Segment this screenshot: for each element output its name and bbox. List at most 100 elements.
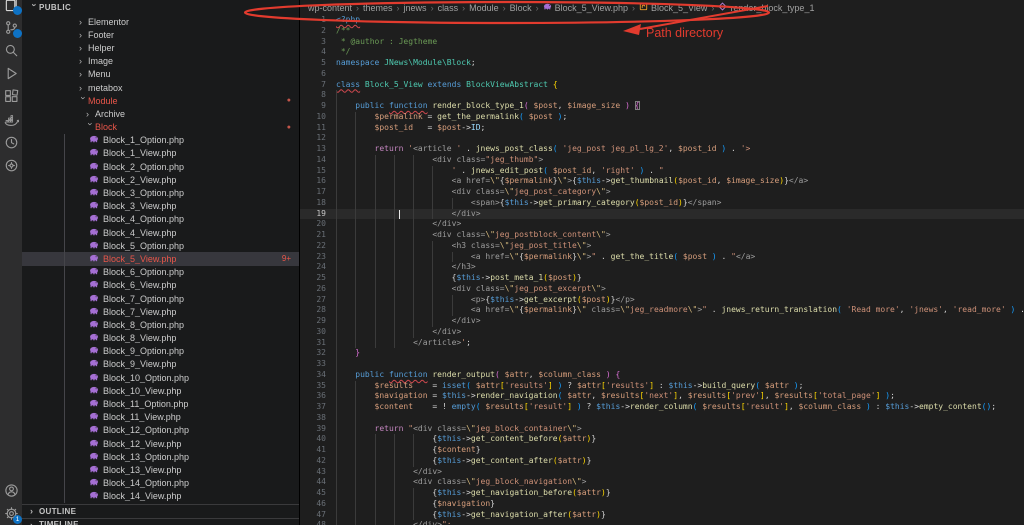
breadcrumb-segment[interactable]: Module <box>469 3 499 13</box>
code-line[interactable]: 1<?php <box>300 15 1024 26</box>
explorer-section-header[interactable]: › PUBLIC <box>22 0 299 15</box>
breadcrumb-segment[interactable]: themes <box>363 3 393 13</box>
tree-item-helper[interactable]: ›Helper <box>22 41 299 54</box>
search-icon[interactable] <box>0 39 22 62</box>
code-text: <h3 class=\"jeg_post_title\"> <box>452 241 592 252</box>
tree-item-menu[interactable]: ›Menu <box>22 68 299 81</box>
code-line[interactable]: 15' . jnews_edit_post( $post_id, 'right'… <box>300 166 1024 177</box>
code-line[interactable]: 29</div> <box>300 316 1024 327</box>
tree-item-metabox[interactable]: ›metabox <box>22 81 299 94</box>
code-line[interactable]: 13return '<article ' . jnews_post_class(… <box>300 144 1024 155</box>
breadcrumb-segment[interactable]: jnews <box>404 3 427 13</box>
run-debug-icon[interactable] <box>0 62 22 85</box>
breadcrumb-separator: › <box>536 3 539 13</box>
code-line[interactable]: 31</article>'; <box>300 338 1024 349</box>
code-line[interactable]: 33 <box>300 359 1024 370</box>
circle-gear-icon[interactable] <box>0 154 22 177</box>
tree-item-module[interactable]: ›Module● <box>22 94 299 107</box>
code-line[interactable]: 16<a href=\"{$permalink}\">{$this->get_t… <box>300 176 1024 187</box>
code-line[interactable]: 10$permalink = get_the_permalink( $post … <box>300 112 1024 123</box>
code-line[interactable]: 45{$this->get_navigation_before($attr)} <box>300 488 1024 499</box>
code-line[interactable]: 17<div class=\"jeg_post_category\"> <box>300 187 1024 198</box>
php-icon <box>89 280 103 290</box>
code-line[interactable]: 8 <box>300 90 1024 101</box>
indent-guide <box>394 166 395 177</box>
indent-guide <box>355 488 356 499</box>
docker-whale-icon[interactable] <box>0 108 22 131</box>
code-line[interactable]: 28<a href=\"{$permalink}\" class=\"jeg_r… <box>300 305 1024 316</box>
tree-item-block[interactable]: ›Block● <box>22 121 299 134</box>
explorer-files-icon[interactable] <box>0 0 22 16</box>
indent-guide <box>355 413 356 424</box>
code-line[interactable]: 43</div> <box>300 467 1024 478</box>
code-line[interactable]: 30</div> <box>300 327 1024 338</box>
code-line[interactable]: 47{$this->get_navigation_after($attr)} <box>300 510 1024 521</box>
extensions-icon[interactable] <box>0 85 22 108</box>
tree-item-label: Block_14_View.php <box>103 491 181 501</box>
code-line[interactable]: 26<div class=\"jeg_post_excerpt\"> <box>300 284 1024 295</box>
modified-dot: ● <box>287 124 291 131</box>
code-line[interactable]: 6 <box>300 69 1024 80</box>
source-control-icon[interactable] <box>0 16 22 39</box>
code-line[interactable]: 38 <box>300 413 1024 424</box>
code-line[interactable]: 2/** <box>300 26 1024 37</box>
code-line[interactable]: 27<p>{$this->get_excerpt($post)}</p> <box>300 295 1024 306</box>
indent-guide <box>375 434 376 445</box>
code-line[interactable]: 44<div class=\"jeg_block_navigation\"> <box>300 477 1024 488</box>
code-line[interactable]: 3 * @author : Jegtheme <box>300 37 1024 48</box>
breadcrumb-segment[interactable]: Block_5_View.php <box>543 2 628 13</box>
tree-item-archive[interactable]: ›Archive <box>22 107 299 120</box>
code-line[interactable]: 7class Block_5_View extends BlockViewAbs… <box>300 80 1024 91</box>
code-text: <?php <box>336 15 360 26</box>
code-line[interactable]: 40{$this->get_content_before($attr)} <box>300 434 1024 445</box>
chevron-right-icon: › <box>79 83 88 93</box>
code-line[interactable]: 35$results = isset( $attr['results'] ) ?… <box>300 381 1024 392</box>
code-line[interactable]: 11$post_id = $post->ID; <box>300 123 1024 134</box>
code-line[interactable]: 39return "<div class=\"jeg_block_contain… <box>300 424 1024 435</box>
account-icon[interactable] <box>0 479 22 502</box>
code-area[interactable]: 1<?php2/**3 * @author : Jegtheme4 */5nam… <box>300 15 1024 525</box>
breadcrumb[interactable]: wp-content›themes›jnews›class›Module›Blo… <box>300 0 1024 15</box>
breadcrumb-segment[interactable]: Block_5_View <box>639 2 707 13</box>
breadcrumb-segment[interactable]: Block <box>510 3 532 13</box>
code-line[interactable]: 41{$content} <box>300 445 1024 456</box>
code-line[interactable]: 5namespace JNews\Module\Block; <box>300 58 1024 69</box>
code-line[interactable]: 18<span>{$this->get_primary_category($po… <box>300 198 1024 209</box>
code-line[interactable]: 36$navigation = $this->render_navigation… <box>300 391 1024 402</box>
line-number: 12 <box>300 133 326 144</box>
indent-guide <box>375 520 376 525</box>
indent-guide <box>394 477 395 488</box>
tree-item-label: Block_11_Option.php <box>103 399 188 409</box>
tree-item-elementor[interactable]: ›Elementor <box>22 15 299 28</box>
outline-section-header[interactable]: › OUTLINE <box>22 504 299 518</box>
timeline-section-header[interactable]: › TIMELINE <box>22 518 299 525</box>
code-line[interactable]: 34public function render_output( $attr, … <box>300 370 1024 381</box>
indent-guide <box>336 391 337 402</box>
breadcrumb-segment[interactable]: render_block_type_1 <box>718 2 814 13</box>
tree-item-footer[interactable]: ›Footer <box>22 28 299 41</box>
indent-guide <box>394 510 395 521</box>
code-line[interactable]: 24</h3> <box>300 262 1024 273</box>
code-line[interactable]: 23<a href=\"{$permalink}\">" . get_the_t… <box>300 252 1024 263</box>
tree-item-image[interactable]: ›Image <box>22 55 299 68</box>
code-line[interactable]: 25{$this->post_meta_1($post)} <box>300 273 1024 284</box>
code-line[interactable]: 32} <box>300 348 1024 359</box>
breadcrumb-label: Module <box>469 3 499 13</box>
code-line[interactable]: 46{$navigation} <box>300 499 1024 510</box>
code-line[interactable]: 42{$this->get_content_after($attr)} <box>300 456 1024 467</box>
code-line[interactable]: 19</div> <box>300 209 1024 220</box>
php-icon <box>89 333 103 343</box>
breadcrumb-segment[interactable]: wp-content <box>308 3 352 13</box>
code-line[interactable]: 48</div>"; <box>300 520 1024 525</box>
code-line[interactable]: 20</div> <box>300 219 1024 230</box>
breadcrumb-segment[interactable]: class <box>438 3 459 13</box>
code-line[interactable]: 4 */ <box>300 47 1024 58</box>
code-line[interactable]: 37$content = ! empty( $results['result']… <box>300 402 1024 413</box>
code-line[interactable]: 22<h3 class=\"jeg_post_title\"> <box>300 241 1024 252</box>
circle-clock-icon[interactable] <box>0 131 22 154</box>
settings-gear-icon[interactable]: 1 <box>0 502 22 525</box>
code-line[interactable]: 21<div class=\"jeg_postblock_content\"> <box>300 230 1024 241</box>
code-line[interactable]: 9public function render_block_type_1( $p… <box>300 101 1024 112</box>
code-line[interactable]: 12 <box>300 133 1024 144</box>
code-line[interactable]: 14<div class="jeg_thumb"> <box>300 155 1024 166</box>
